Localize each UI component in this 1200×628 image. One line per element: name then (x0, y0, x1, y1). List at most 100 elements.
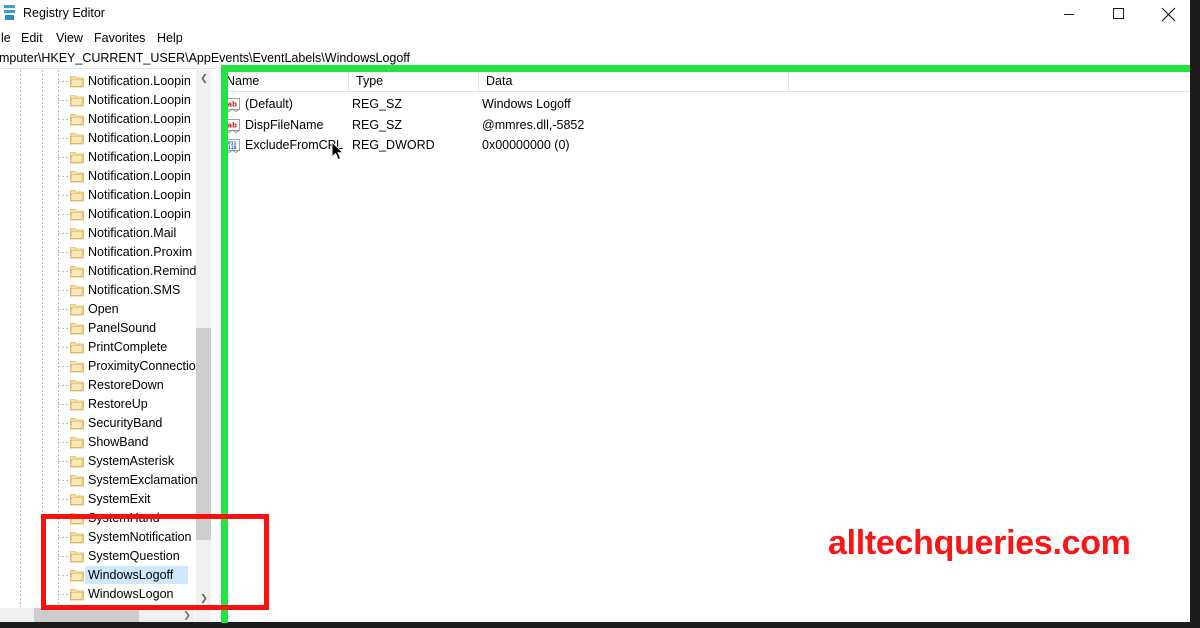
tree-elbow-line (58, 309, 68, 310)
value-data: @mmres.dll,-5852 (482, 117, 585, 132)
folder-icon (70, 322, 84, 335)
folder-icon (70, 436, 84, 449)
tree-item-label: Notification.Loopin (88, 112, 191, 126)
tree-item-notification-loopin[interactable]: Notification.Loopin (0, 148, 203, 167)
tree-item-proximityconnectio[interactable]: ProximityConnectio (0, 357, 203, 376)
column-header-name[interactable]: Name (219, 70, 349, 92)
tree-elbow-line (58, 347, 68, 348)
title-bar: Registry Editor (0, 0, 1190, 27)
tree-elbow-line (58, 290, 68, 291)
value-row[interactable]: ab (Default) REG_SZ Windows Logoff (219, 95, 1190, 115)
tree-item-showband[interactable]: ShowBand (0, 433, 203, 452)
folder-icon (70, 94, 84, 107)
value-name: (Default) (245, 97, 293, 111)
tree-item-notification-loopin[interactable]: Notification.Loopin (0, 205, 203, 224)
chevron-up-icon[interactable]: ❮ (196, 70, 212, 87)
folder-icon (70, 303, 84, 316)
green-highlight-horizontal (221, 65, 1190, 72)
tree-item-label: Notification.Proxim (88, 245, 193, 259)
tree-item-notification-loopin[interactable]: Notification.Loopin (0, 186, 203, 205)
tree-item-notification-remind[interactable]: Notification.Remind (0, 262, 203, 281)
tree-item-label: Notification.Loopin (88, 131, 191, 145)
tree-item-label: SystemAsterisk (88, 454, 175, 468)
tree-item-label: Notification.Loopin (88, 169, 191, 183)
tree-elbow-line (58, 404, 68, 405)
minimize-icon (1064, 14, 1074, 15)
tree-item-panelsound[interactable]: PanelSound (0, 319, 203, 338)
tree-elbow-line (58, 81, 68, 82)
value-data: Windows Logoff (482, 97, 571, 111)
tree-elbow-line (58, 423, 68, 424)
tree-item-label: ShowBand (88, 435, 149, 449)
tree-item-label: RestoreDown (88, 378, 164, 392)
maximize-icon (1113, 8, 1124, 19)
folder-icon (70, 151, 84, 164)
folder-icon (70, 341, 84, 354)
tree-item-label: PrintComplete (88, 340, 168, 354)
tree-item-notification-loopin[interactable]: Notification.Loopin (0, 72, 203, 91)
tree-item-systemexit[interactable]: SystemExit (0, 490, 203, 509)
tree-item-notification-loopin[interactable]: Notification.Loopin (0, 110, 203, 129)
values-column-header: Name Type Data (219, 70, 1190, 92)
tree-elbow-line (58, 366, 68, 367)
menu-bar: le Edit View Favorites Help (0, 27, 1190, 49)
folder-icon (70, 75, 84, 88)
tree-item-printcomplete[interactable]: PrintComplete (0, 338, 203, 357)
tree-elbow-line (58, 119, 68, 120)
tree-item-systemexclamation[interactable]: SystemExclamation (0, 471, 203, 490)
tree-elbow-line (58, 157, 68, 158)
tree-item-label: Notification.SMS (88, 283, 181, 297)
tree-item-label: SystemExclamation (88, 473, 198, 487)
menu-item-help[interactable]: Help (155, 29, 185, 47)
column-header-type-label: Type (356, 74, 384, 88)
folder-icon (70, 379, 84, 392)
chevron-right-icon[interactable]: ❯ (179, 608, 195, 622)
tree-elbow-line (58, 271, 68, 272)
menu-item-view[interactable]: View (54, 29, 85, 47)
tree-elbow-line (58, 214, 68, 215)
column-header-type[interactable]: Type (349, 70, 479, 92)
value-row[interactable]: 011 110 ExcludeFromCPL REG_DWORD 0x00000000 … (219, 136, 1190, 156)
tree-elbow-line (58, 195, 68, 196)
value-type: REG_SZ (352, 117, 403, 132)
folder-icon (70, 189, 84, 202)
folder-icon (70, 474, 84, 487)
tree-item-restoredown[interactable]: RestoreDown (0, 376, 203, 395)
tree-item-notification-sms[interactable]: Notification.SMS (0, 281, 203, 300)
tree-elbow-line (58, 233, 68, 234)
value-row[interactable]: ab DispFileName REG_SZ @mmres.dll,-5852 (219, 116, 1190, 136)
close-icon (1158, 2, 1180, 24)
svg-text:ab: ab (227, 121, 237, 129)
tree-item-restoreup[interactable]: RestoreUp (0, 395, 203, 414)
tree-item-notification-mail[interactable]: Notification.Mail (0, 224, 203, 243)
folder-icon (70, 360, 84, 373)
close-button[interactable] (1146, 0, 1190, 27)
tree-item-securityband[interactable]: SecurityBand (0, 414, 203, 433)
tree-item-notification-proxim[interactable]: Notification.Proxim (0, 243, 203, 262)
menu-item-edit[interactable]: Edit (19, 29, 45, 47)
tree-item-label: SecurityBand (88, 416, 163, 430)
tree-elbow-line (58, 328, 68, 329)
maximize-button[interactable] (1096, 0, 1142, 27)
tree-item-notification-loopin[interactable]: Notification.Loopin (0, 167, 203, 186)
tree-vscroll-thumb[interactable] (196, 328, 212, 540)
tree-elbow-line (58, 480, 68, 481)
tree-item-open[interactable]: Open (0, 300, 203, 319)
column-header-data[interactable]: Data (479, 70, 789, 92)
folder-icon (70, 170, 84, 183)
menu-item-file[interactable]: le (0, 29, 13, 47)
folder-icon (70, 284, 84, 297)
tree-hscroll-thumb[interactable] (34, 608, 139, 622)
value-type: REG_SZ (352, 97, 403, 111)
tree-elbow-line (58, 385, 68, 386)
menu-item-favorites[interactable]: Favorites (92, 29, 147, 47)
value-name: ExcludeFromCPL (245, 138, 343, 152)
tree-elbow-line (58, 176, 68, 177)
tree-item-notification-loopin[interactable]: Notification.Loopin (0, 91, 203, 110)
minimize-button[interactable] (1046, 0, 1092, 27)
tree-item-notification-loopin[interactable]: Notification.Loopin (0, 129, 203, 148)
tree-elbow-line (58, 138, 68, 139)
tree-item-label: Notification.Loopin (88, 93, 191, 107)
tree-elbow-line (58, 442, 68, 443)
tree-item-systemasterisk[interactable]: SystemAsterisk (0, 452, 203, 471)
